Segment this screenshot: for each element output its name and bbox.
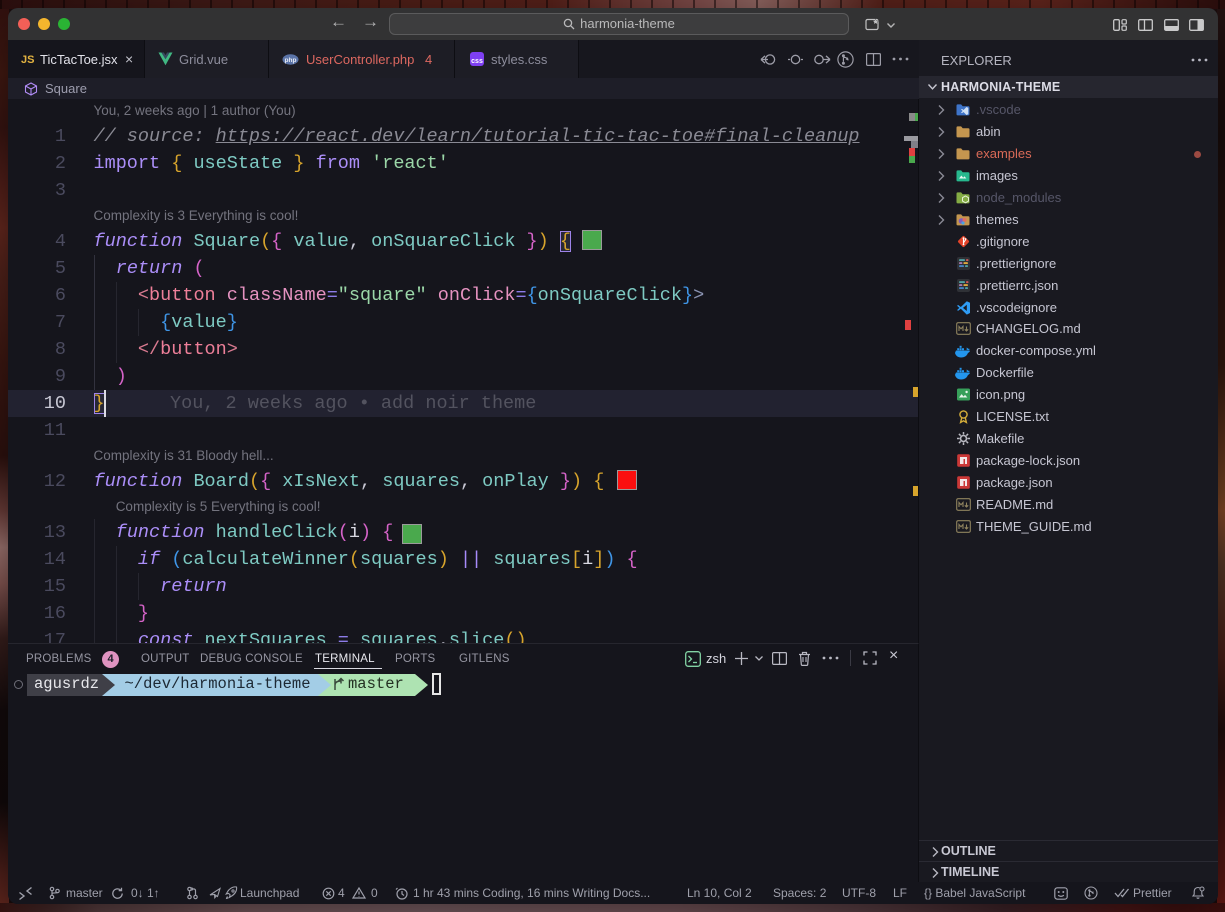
svg-text:php: php [285,57,297,64]
